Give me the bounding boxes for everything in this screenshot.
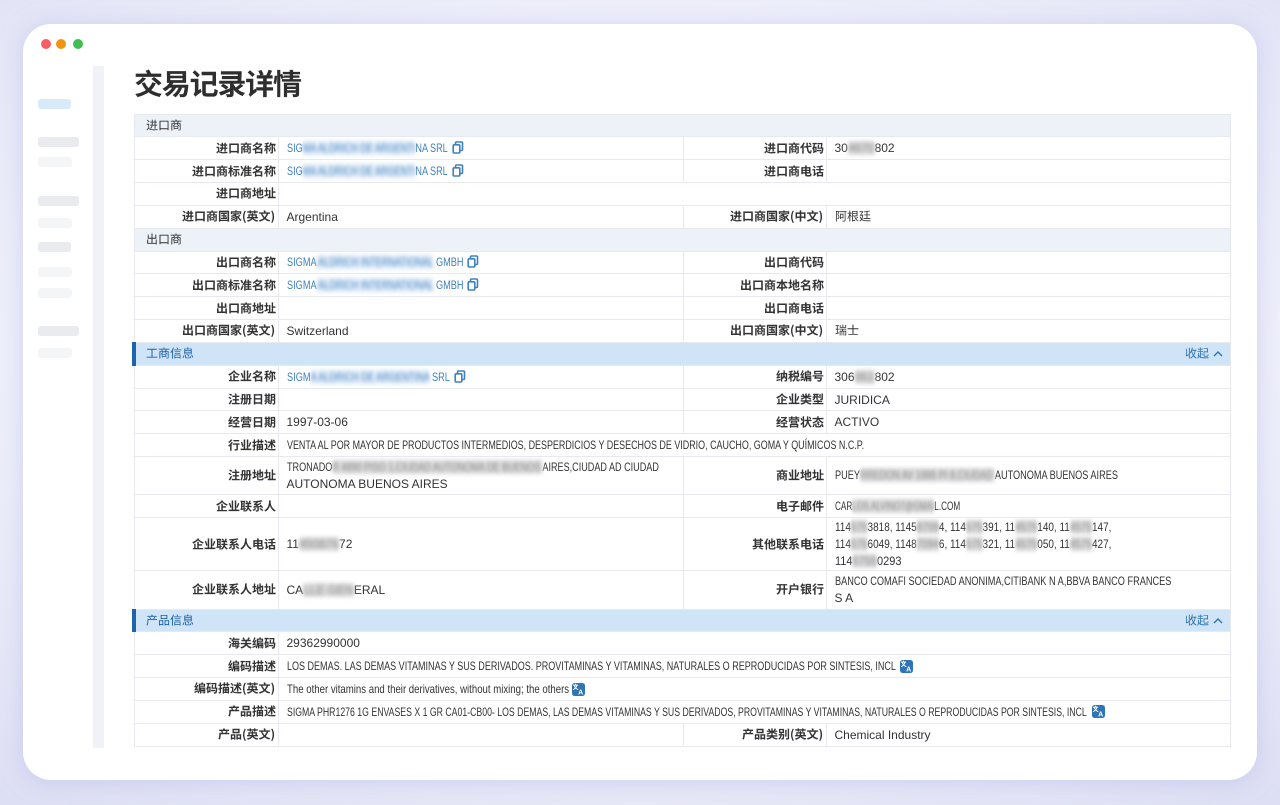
- svg-text:A: A: [578, 689, 583, 696]
- svg-text:A: A: [1098, 712, 1103, 719]
- svg-text:A: A: [906, 666, 911, 673]
